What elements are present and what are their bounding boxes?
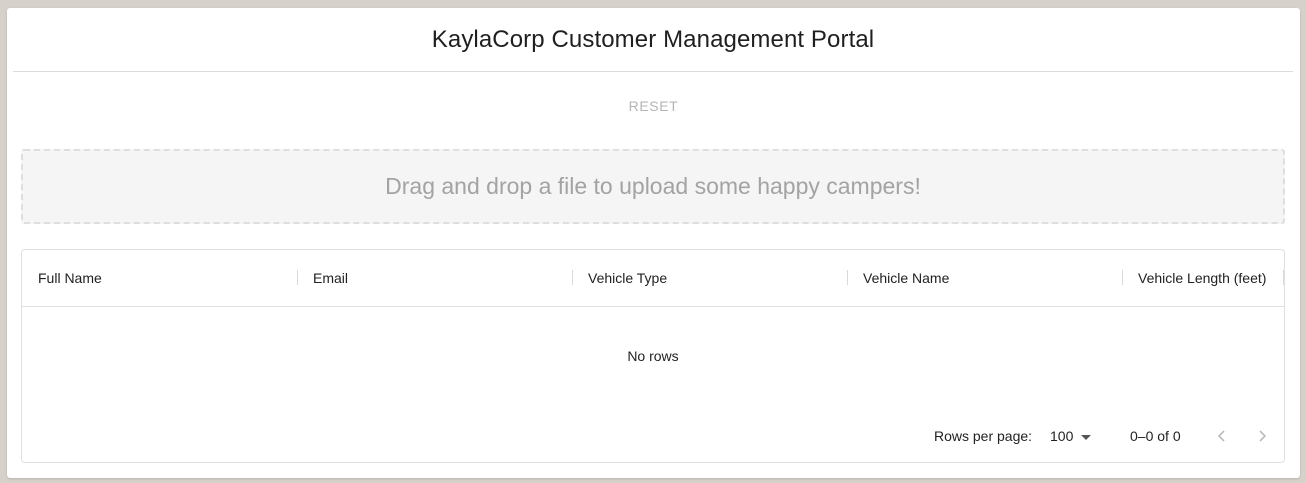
column-header-vehicle-length[interactable]: Vehicle Length (feet) — [1138, 250, 1266, 306]
column-header-vehicle-type[interactable]: Vehicle Type — [588, 250, 667, 306]
rows-per-page-label: Rows per page: — [934, 428, 1033, 444]
dropzone-text: Drag and drop a file to upload some happ… — [385, 173, 921, 199]
empty-state-text: No rows — [627, 348, 679, 364]
customer-data-grid: Full Name Email Vehicle Type Vehicle Nam… — [21, 249, 1285, 463]
column-separator[interactable] — [847, 270, 848, 285]
file-dropzone[interactable]: Drag and drop a file to upload some happ… — [21, 149, 1285, 224]
pagination-range: 0–0 of 0 — [1130, 428, 1181, 444]
page-header: KaylaCorp Customer Management Portal — [13, 8, 1293, 72]
chevron-left-icon — [1217, 430, 1225, 442]
column-header-full-name[interactable]: Full Name — [38, 250, 102, 306]
reset-button[interactable]: RESET — [621, 96, 687, 116]
grid-pagination: Rows per page: 100 0–0 of 0 — [22, 422, 1284, 450]
portal-card: KaylaCorp Customer Management Portal RES… — [7, 8, 1300, 478]
next-page-button[interactable] — [1250, 424, 1274, 448]
column-separator[interactable] — [297, 270, 298, 285]
column-separator[interactable] — [572, 270, 573, 285]
chevron-down-icon — [1081, 434, 1092, 440]
previous-page-button[interactable] — [1210, 424, 1234, 448]
rows-per-page-value: 100 — [1050, 428, 1074, 444]
reset-row: RESET — [7, 95, 1300, 117]
column-header-vehicle-name[interactable]: Vehicle Name — [863, 250, 949, 306]
rows-per-page-select[interactable]: 100 — [1050, 426, 1092, 446]
chevron-right-icon — [1259, 430, 1267, 442]
column-separator[interactable] — [1283, 270, 1284, 285]
column-header-email[interactable]: Email — [313, 250, 348, 306]
page-title: KaylaCorp Customer Management Portal — [431, 25, 875, 53]
grid-header: Full Name Email Vehicle Type Vehicle Nam… — [22, 250, 1284, 307]
column-separator[interactable] — [1122, 270, 1123, 285]
